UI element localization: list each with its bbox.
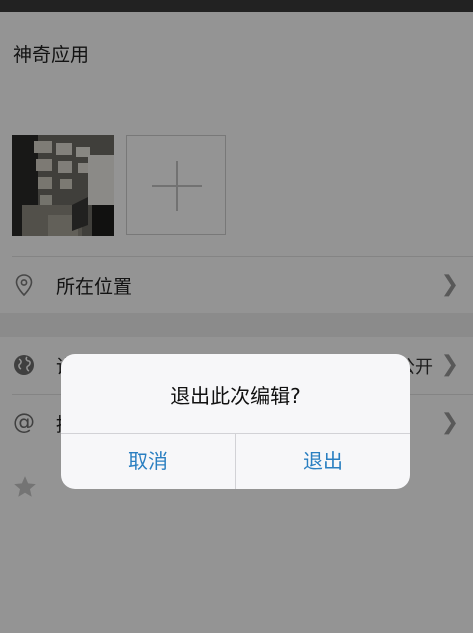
exit-confirm-dialog: 退出此次编辑? 取消 退出 xyxy=(61,354,410,489)
modal-overlay[interactable] xyxy=(0,0,473,633)
cancel-button[interactable]: 取消 xyxy=(61,434,235,489)
exit-button[interactable]: 退出 xyxy=(236,434,410,489)
dialog-title: 退出此次编辑? xyxy=(170,384,301,408)
